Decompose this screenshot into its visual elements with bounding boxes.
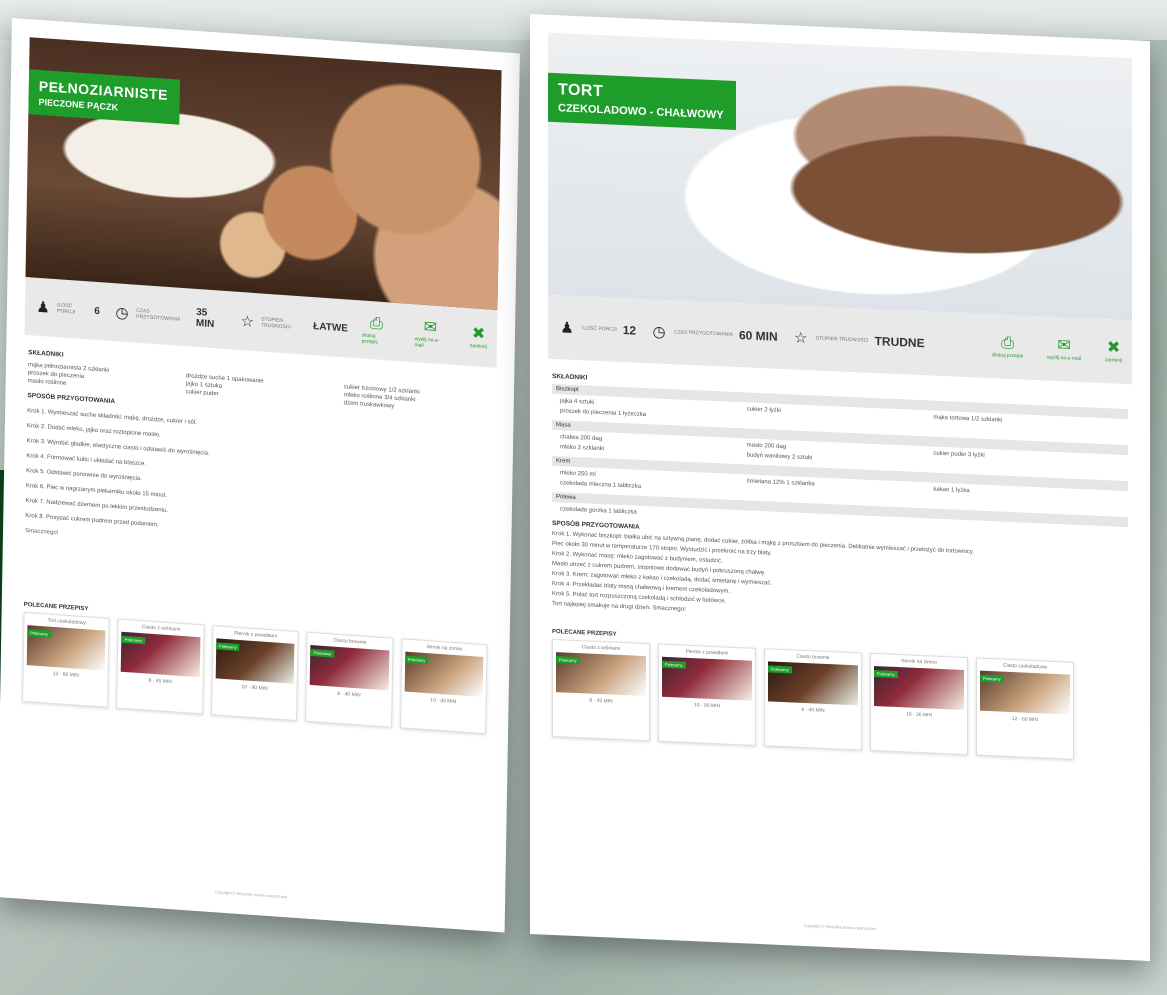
related-recipes: Tort czekoladowy Polecamy 12 · 60 MIN Ci… xyxy=(0,610,509,735)
related-card[interactable]: Tort czekoladowy Polecamy 12 · 60 MIN xyxy=(22,611,111,708)
chef-hat-icon: ♟ xyxy=(560,319,574,337)
printer-icon: ⎙ xyxy=(369,315,384,333)
recipe-page-right: TORT CZEKOLADOWO - CHAŁWOWY ♟ ILOŚĆ PORC… xyxy=(530,14,1150,962)
print-button[interactable]: ⎙ drukuj przepis xyxy=(992,334,1023,360)
related-card[interactable]: Ciasto brownie Polecamy 8 · 40 MIN xyxy=(305,631,394,728)
envelope-icon: ✉ xyxy=(1057,337,1071,355)
time-value: 60 MIN xyxy=(739,328,778,344)
envelope-icon: ✉ xyxy=(423,318,438,337)
recipe-title-tag: TORT CZEKOLADOWO - CHAŁWOWY xyxy=(548,72,736,130)
related-card[interactable]: Sernik na zimno Polecamy 10 · 30 MIN xyxy=(870,652,968,756)
star-icon: ☆ xyxy=(793,329,808,348)
recommended-badge: Polecamy xyxy=(662,660,686,669)
related-card[interactable]: Sernik na zimno Polecamy 10 · 30 MIN xyxy=(399,638,488,735)
time-value: 35 MIN xyxy=(195,306,215,331)
close-icon: ✖ xyxy=(471,325,486,344)
page-footer: Copyright © Wszelkie prawa zastrzeżone xyxy=(803,922,877,932)
related-card[interactable]: Piernik z powidłami Polecamy 10 · 90 MIN xyxy=(210,625,299,722)
recipe-content: SKŁADNIKI mąka pełnoziarnista 2 szklanki… xyxy=(3,334,515,576)
servings-info: ♟ ILOŚĆ PORCJI 12 xyxy=(558,318,636,339)
related-card[interactable]: Ciasto brownie Polecamy 8 · 40 MIN xyxy=(764,648,862,751)
printer-icon: ⎙ xyxy=(1001,334,1014,353)
star-icon: ☆ xyxy=(240,313,255,331)
difficulty-value: ŁATWE xyxy=(313,320,349,335)
related-card[interactable]: Piernik z powidłami Polecamy 10 · 90 MIN xyxy=(658,643,756,746)
clock-icon: ◷ xyxy=(652,323,666,341)
recipe-title-tag: PEŁNOZIARNISTE PIECZONE PĄCZK xyxy=(28,69,181,125)
time-info: ◷ CZAS PRZYGOTOWANIA 35 MIN xyxy=(114,301,226,331)
related-card[interactable]: Ciasto czekoladowe Polecamy 12 · 60 MIN xyxy=(976,657,1074,760)
email-button[interactable]: ✉ wyślij na e-mail xyxy=(414,318,446,350)
recipe-page-left: PEŁNOZIARNISTE PIECZONE PĄCZK ♟ ILOŚĆ PO… xyxy=(0,18,520,933)
servings-value: 6 xyxy=(94,305,100,317)
email-button[interactable]: ✉ wyślij na e-mail xyxy=(1047,337,1081,362)
recommended-badge: Polecamy xyxy=(556,656,580,665)
close-button[interactable]: ✖ zamknij xyxy=(470,325,487,350)
recipe-hero-image: PEŁNOZIARNISTE PIECZONE PĄCZK xyxy=(25,37,502,310)
recommended-badge: Polecamy xyxy=(980,674,1004,683)
difficulty-value: TRUDNE xyxy=(874,334,925,351)
difficulty-info: ☆ STOPIEŃ TRUDNOŚCI ŁATWE xyxy=(240,313,349,335)
recommended-badge: Polecamy xyxy=(768,665,792,674)
recipe-hero-image: TORT CZEKOLADOWO - CHAŁWOWY xyxy=(548,32,1132,321)
chef-hat-icon: ♟ xyxy=(36,298,50,317)
close-icon: ✖ xyxy=(1106,339,1121,357)
servings-value: 12 xyxy=(622,323,637,338)
print-button[interactable]: ⎙ drukuj przepis xyxy=(362,315,391,347)
related-card[interactable]: Ciasto z wiśniami Polecamy 8 · 45 MIN xyxy=(552,638,650,742)
page-footer: Copyright © Wszelkie prawa zastrzeżone xyxy=(214,889,288,900)
clock-icon: ◷ xyxy=(115,304,129,323)
close-button[interactable]: ✖ zamknij xyxy=(1105,339,1122,364)
recipe-content: SKŁADNIKI Biszkopt jajka 4 sztuki cukier… xyxy=(530,358,1150,645)
difficulty-info: ☆ STOPIEŃ TRUDNOŚCI TRUDNE xyxy=(792,328,925,352)
related-card[interactable]: Ciasto z wiśniami Polecamy 8 · 45 MIN xyxy=(116,618,205,715)
time-info: ◷ CZAS PRZYGOTOWANIA 60 MIN xyxy=(650,322,778,346)
servings-info: ♟ ILOŚĆ PORCJI 6 xyxy=(36,298,100,317)
recommended-badge: Polecamy xyxy=(874,670,898,679)
